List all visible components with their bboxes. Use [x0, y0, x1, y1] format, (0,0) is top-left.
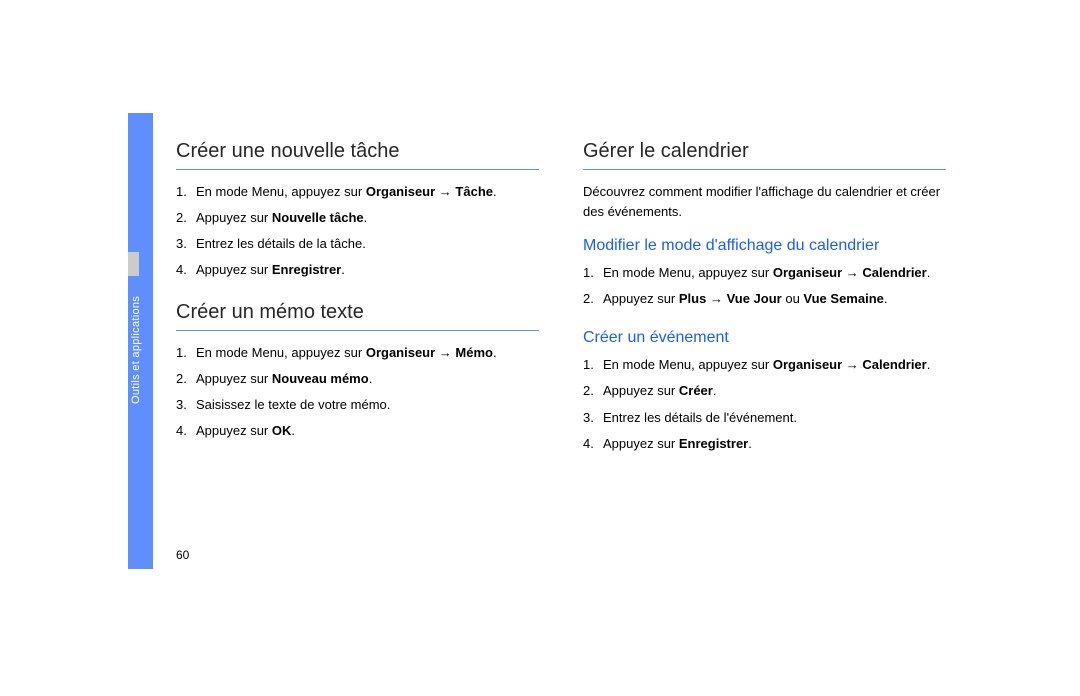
list-item: Saisissez le texte de votre mémo. — [176, 395, 539, 415]
page: Outils et applications Créer une nouvell… — [0, 0, 1080, 696]
list-item: Appuyez sur OK. — [176, 421, 539, 441]
list-item: Appuyez sur Plus → Vue Jour ou Vue Semai… — [583, 289, 946, 309]
steps-create-task: En mode Menu, appuyez sur Organiseur → T… — [176, 182, 539, 281]
column-left: Créer une nouvelle tâche En mode Menu, a… — [176, 140, 539, 474]
page-number: 60 — [176, 548, 189, 562]
heading-modify-view: Modifier le mode d'affichage du calendri… — [583, 237, 946, 255]
list-item: En mode Menu, appuyez sur Organiseur → M… — [176, 343, 539, 363]
heading-create-event: Créer un événement — [583, 329, 946, 347]
list-item: Appuyez sur Créer. — [583, 381, 946, 401]
heading-create-memo: Créer un mémo texte — [176, 301, 539, 331]
list-item: Appuyez sur Enregistrer. — [176, 260, 539, 280]
steps-create-event: En mode Menu, appuyez sur Organiseur → C… — [583, 355, 946, 454]
column-right: Gérer le calendrier Découvrez comment mo… — [583, 140, 946, 474]
heading-create-task: Créer une nouvelle tâche — [176, 140, 539, 170]
sidebar-notch — [128, 252, 139, 276]
steps-create-memo: En mode Menu, appuyez sur Organiseur → M… — [176, 343, 539, 442]
heading-manage-calendar: Gérer le calendrier — [583, 140, 946, 170]
list-item: En mode Menu, appuyez sur Organiseur → C… — [583, 355, 946, 375]
sidebar-label: Outils et applications — [130, 285, 150, 415]
content: Créer une nouvelle tâche En mode Menu, a… — [176, 140, 946, 474]
intro-calendar: Découvrez comment modifier l'affichage d… — [583, 182, 946, 221]
list-item: Appuyez sur Nouvelle tâche. — [176, 208, 539, 228]
list-item: En mode Menu, appuyez sur Organiseur → C… — [583, 263, 946, 283]
list-item: Entrez les détails de la tâche. — [176, 234, 539, 254]
list-item: En mode Menu, appuyez sur Organiseur → T… — [176, 182, 539, 202]
steps-modify-view: En mode Menu, appuyez sur Organiseur → C… — [583, 263, 946, 309]
list-item: Entrez les détails de l'événement. — [583, 408, 946, 428]
list-item: Appuyez sur Nouveau mémo. — [176, 369, 539, 389]
list-item: Appuyez sur Enregistrer. — [583, 434, 946, 454]
